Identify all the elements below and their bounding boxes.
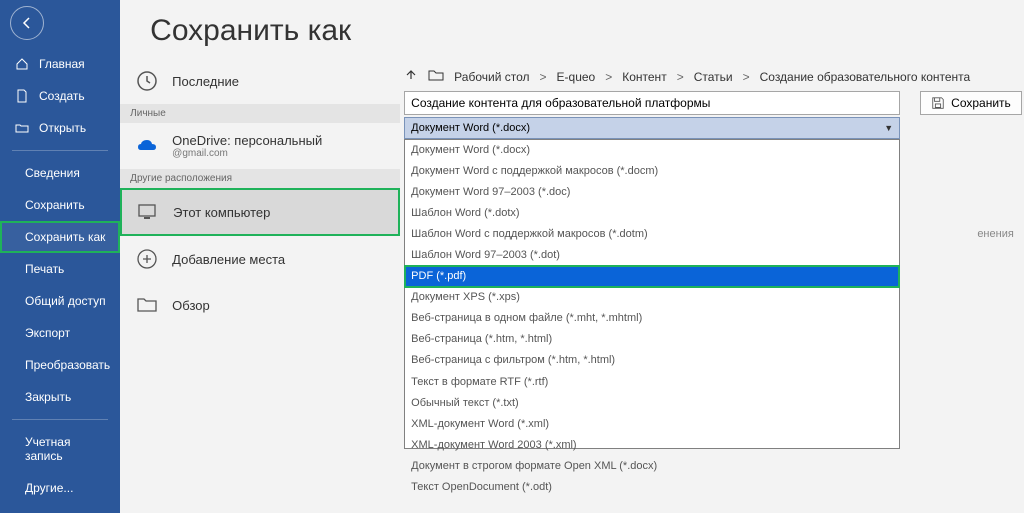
folder-icon <box>134 292 160 318</box>
crumb[interactable]: Статьи <box>694 70 733 84</box>
filetype-option[interactable]: Текст в формате RTF (*.rtf) <box>405 372 899 393</box>
crumb[interactable]: Контент <box>622 70 666 84</box>
nav-account[interactable]: Учетная запись <box>0 426 120 472</box>
location-label: Этот компьютер <box>173 205 270 220</box>
home-icon <box>15 57 29 71</box>
truncated-text: енения <box>977 228 1014 240</box>
filetype-option[interactable]: PDF (*.pdf) <box>405 266 899 287</box>
filename-row: Документ Word (*.docx) ▼ Документ Word (… <box>404 91 1022 449</box>
filetype-option[interactable]: Шаблон Word (*.dotx) <box>405 203 899 224</box>
filename-box: Документ Word (*.docx) ▼ Документ Word (… <box>404 91 900 449</box>
arrow-left-icon <box>19 15 35 31</box>
breadcrumb: Рабочий стол> E-queo> Контент> Статьи> С… <box>404 68 1022 85</box>
crumb[interactable]: Рабочий стол <box>454 70 529 84</box>
filetype-option[interactable]: Документ Word 97–2003 (*.doc) <box>405 182 899 203</box>
nav-more[interactable]: Другие... <box>0 472 120 504</box>
nav-divider <box>12 419 108 420</box>
save-button[interactable]: Сохранить <box>920 91 1022 115</box>
location-onedrive[interactable]: OneDrive: персональный @gmail.com <box>120 123 400 169</box>
location-this-pc[interactable]: Этот компьютер <box>120 188 400 236</box>
locations-column: Последние Личные OneDrive: персональный … <box>120 58 400 513</box>
chevron-down-icon: ▼ <box>884 123 893 133</box>
save-panel: Рабочий стол> E-queo> Контент> Статьи> С… <box>400 58 1024 513</box>
location-label: Обзор <box>172 298 210 313</box>
location-browse[interactable]: Обзор <box>120 282 400 328</box>
crumb[interactable]: Создание образовательного контента <box>760 70 971 84</box>
filetype-option[interactable]: XML-документ Word 2003 (*.xml) <box>405 435 899 456</box>
back-button[interactable] <box>10 6 44 40</box>
main-area: Сохранить как Последние Личные OneDrive:… <box>120 0 1024 513</box>
section-other: Другие расположения <box>120 169 400 188</box>
save-icon <box>931 96 945 110</box>
filetype-option[interactable]: Обычный текст (*.txt) <box>405 393 899 414</box>
nav-label: Главная <box>39 57 85 71</box>
filetype-value: Документ Word (*.docx) <box>411 122 530 134</box>
nav-divider <box>12 150 108 151</box>
folder-open-icon <box>15 121 29 135</box>
page-title: Сохранить как <box>120 0 1024 58</box>
save-label: Сохранить <box>951 96 1011 110</box>
nav-label: Открыть <box>39 121 86 135</box>
folder-icon <box>428 68 444 85</box>
filetype-option[interactable]: Веб-страница с фильтром (*.htm, *.html) <box>405 350 899 371</box>
nav-save[interactable]: Сохранить <box>0 189 120 221</box>
filetype-dropdown: Документ Word (*.docx)Документ Word с по… <box>404 139 900 449</box>
nav-label: Создать <box>39 89 85 103</box>
doc-icon <box>15 89 29 103</box>
location-label: Добавление места <box>172 252 285 267</box>
nav-save-as[interactable]: Сохранить как <box>0 221 120 253</box>
filetype-option[interactable]: XML-документ Word (*.xml) <box>405 414 899 435</box>
location-add-place[interactable]: Добавление места <box>120 236 400 282</box>
filetype-option[interactable]: Шаблон Word с поддержкой макросов (*.dot… <box>405 224 899 245</box>
nav-new[interactable]: Создать <box>0 80 120 112</box>
filetype-option[interactable]: Документ в строгом формате Open XML (*.d… <box>405 456 899 477</box>
plus-icon <box>134 246 160 272</box>
nav-share[interactable]: Общий доступ <box>0 285 120 317</box>
filetype-option[interactable]: Веб-страница в одном файле (*.mht, *.mht… <box>405 308 899 329</box>
filetype-option[interactable]: Документ Word с поддержкой макросов (*.d… <box>405 161 899 182</box>
nav-export[interactable]: Экспорт <box>0 317 120 349</box>
main-body: Последние Личные OneDrive: персональный … <box>120 58 1024 513</box>
pc-icon <box>135 199 161 225</box>
filetype-option[interactable]: Текст OpenDocument (*.odt) <box>405 477 899 498</box>
nav-info[interactable]: Сведения <box>0 157 120 189</box>
clock-icon <box>134 68 160 94</box>
filetype-option[interactable]: Документ XPS (*.xps) <box>405 287 899 308</box>
nav-home[interactable]: Главная <box>0 48 120 80</box>
nav-transform[interactable]: Преобразовать <box>0 349 120 381</box>
filetype-option[interactable]: Веб-страница (*.htm, *.html) <box>405 329 899 350</box>
backstage-sidebar: Главная Создать Открыть Сведения Сохрани… <box>0 0 120 513</box>
section-personal: Личные <box>120 104 400 123</box>
nav-close[interactable]: Закрыть <box>0 381 120 413</box>
nav-print[interactable]: Печать <box>0 253 120 285</box>
nav-open[interactable]: Открыть <box>0 112 120 144</box>
up-arrow-icon[interactable] <box>404 68 418 85</box>
filetype-option[interactable]: Шаблон Word 97–2003 (*.dot) <box>405 245 899 266</box>
crumb[interactable]: E-queo <box>557 70 596 84</box>
filetype-select[interactable]: Документ Word (*.docx) ▼ <box>404 117 900 139</box>
cloud-icon <box>134 133 160 159</box>
location-recent[interactable]: Последние <box>120 58 400 104</box>
location-label: Последние <box>172 74 239 89</box>
onedrive-title: OneDrive: персональный <box>172 133 322 148</box>
filetype-option[interactable]: Документ Word (*.docx) <box>405 140 899 161</box>
filename-input[interactable] <box>404 91 900 115</box>
onedrive-email: @gmail.com <box>172 148 322 159</box>
